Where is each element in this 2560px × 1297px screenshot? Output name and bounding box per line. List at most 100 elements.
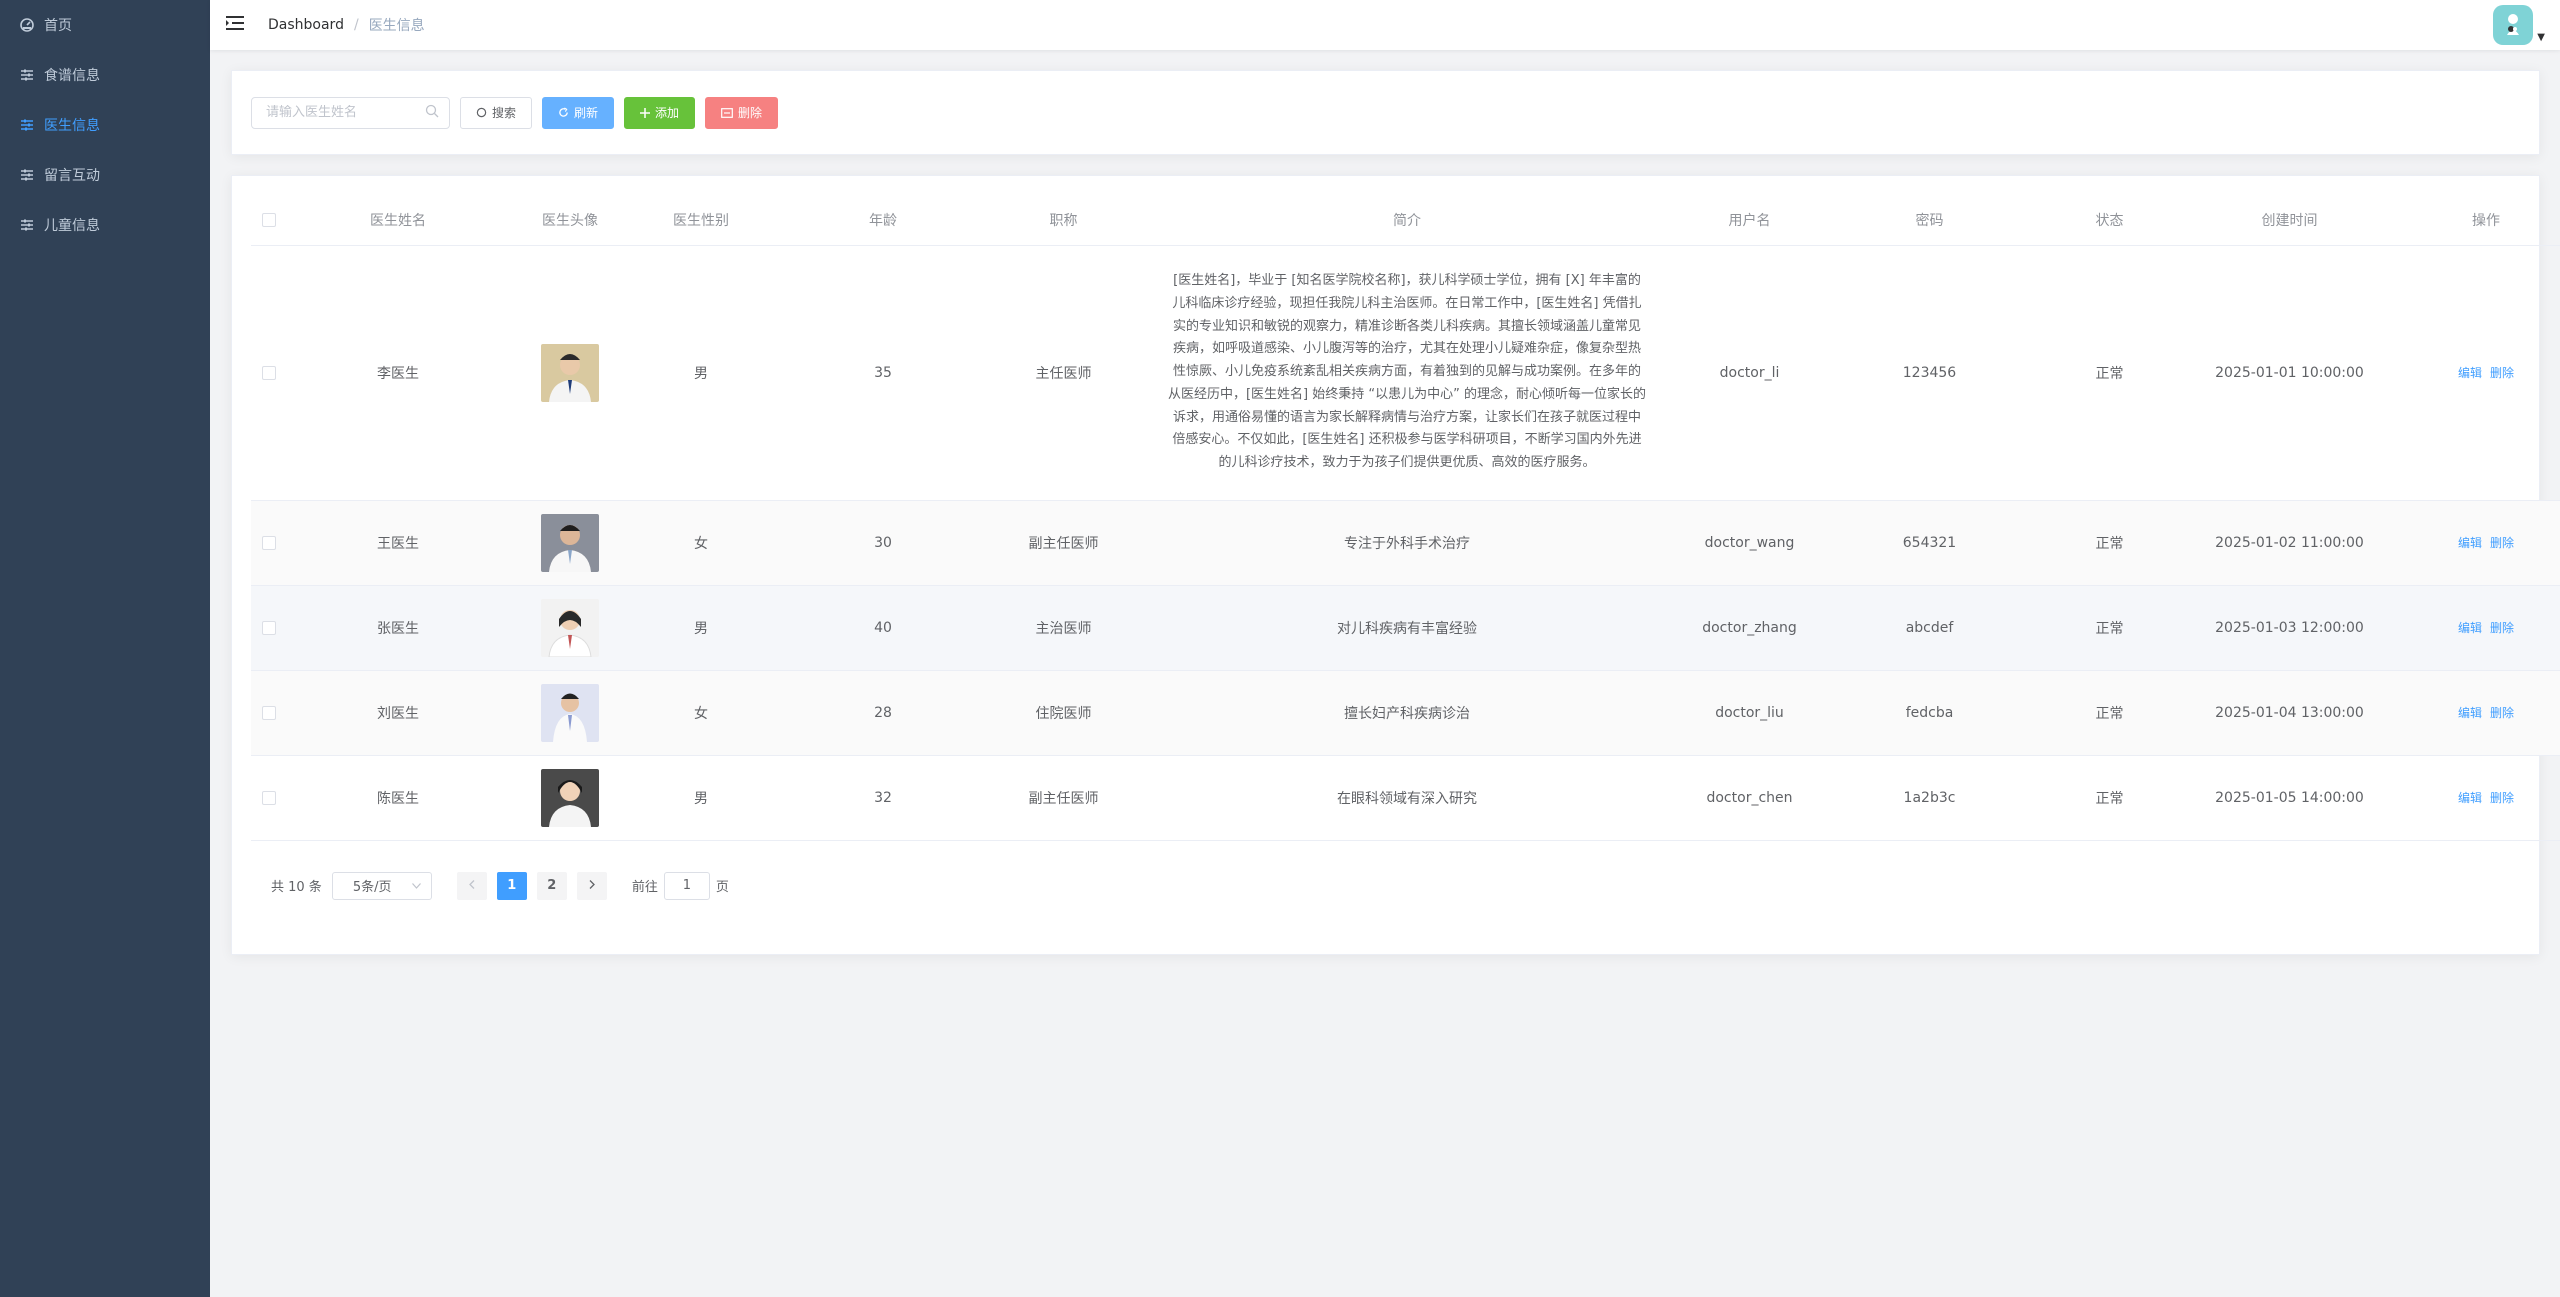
col-header-avatar: 医生头像 [509,195,631,246]
cell-gender: 女 [631,500,771,586]
next-page-button[interactable] [576,871,607,900]
col-header-age: 年龄 [771,195,995,246]
table-row: 李医生 男 35 主任医师 [医生姓名]，毕业于 [知名医学院校名称]，获儿科学… [251,245,2560,501]
cell-intro: 对儿科疾病有丰富经验 [1132,585,1682,671]
cell-intro: 专注于外科手术治疗 [1132,500,1682,586]
edit-link[interactable]: 编辑 [2458,366,2482,380]
doctor-avatar [541,598,599,657]
sliders-icon [20,218,34,232]
row-checkbox[interactable] [262,790,276,805]
page-size-select[interactable]: 5条/页 [331,871,432,900]
search-icon [425,103,439,122]
menu-fold-icon [226,15,244,35]
select-all-checkbox[interactable] [262,212,276,227]
cell-age: 32 [771,755,995,841]
sidebar-item-label: 首页 [44,18,72,34]
select-all-cell[interactable] [251,195,287,246]
col-header-created: 创建时间 [2177,195,2402,246]
chevron-left-icon [468,878,475,893]
search-field[interactable] [251,96,450,129]
row-checkbox[interactable] [262,365,276,380]
edit-link[interactable]: 编辑 [2458,621,2482,635]
pagination-total: 共 10 条 [271,880,322,895]
cell-created: 2025-01-02 11:00:00 [2177,500,2402,586]
row-checkbox[interactable] [262,535,276,550]
table-row: 陈医生 男 32 副主任医师 在眼科领域有深入研究 doctor_chen 1a… [251,755,2560,841]
cell-password: abcdef [1817,585,2042,671]
delete-button-label: 删除 [738,106,763,120]
add-button-label: 添加 [655,106,680,120]
sidebar-item-doctors[interactable]: 医生信息 [0,100,210,150]
cell-name: 李医生 [287,245,509,501]
goto-suffix: 页 [715,880,729,895]
search-button[interactable]: 搜索 [460,96,533,129]
sidebar-item-label: 医生信息 [44,118,100,134]
doctor-avatar [541,768,599,827]
avatar[interactable] [2493,5,2534,45]
prev-page-button[interactable] [456,871,487,900]
hamburger-button[interactable] [210,0,260,50]
page-number-button[interactable]: 2 [536,871,567,900]
refresh-icon [558,107,569,118]
cell-status: 正常 [2042,500,2177,586]
page-number-button[interactable]: 1 [496,871,527,900]
sidebar-item-recipes[interactable]: 食谱信息 [0,50,210,100]
cell-created: 2025-01-05 14:00:00 [2177,755,2402,841]
dashboard-icon [20,18,34,32]
plus-icon [640,107,651,118]
delete-link[interactable]: 删除 [2490,366,2514,380]
cell-age: 35 [771,245,995,501]
search-input[interactable] [266,105,425,120]
doctor-avatar [541,513,599,572]
cell-password: 123456 [1817,245,2042,501]
cell-gender: 女 [631,670,771,756]
doctor-table: 医生姓名 医生头像 医生性别 年龄 职称 简介 用户名 密码 状态 创建时间 操… [251,195,2560,841]
page-jumper: 前往 页 [632,871,729,900]
cell-title: 副主任医师 [995,755,1132,841]
cell-username: doctor_li [1682,245,1817,501]
refresh-button[interactable]: 刷新 [542,96,615,129]
delete-link[interactable]: 删除 [2490,791,2514,805]
row-checkbox[interactable] [262,620,276,635]
doctor-table-card: 医生姓名 医生头像 医生性别 年龄 职称 简介 用户名 密码 状态 创建时间 操… [231,175,2560,955]
cell-title: 住院医师 [995,670,1132,756]
col-header-title: 职称 [995,195,1132,246]
cell-gender: 男 [631,585,771,671]
col-header-username: 用户名 [1682,195,1817,246]
col-header-status: 状态 [2042,195,2177,246]
page-size-value: 5条/页 [352,880,392,895]
cell-gender: 男 [631,755,771,841]
edit-link[interactable]: 编辑 [2458,536,2482,550]
sidebar-item-home[interactable]: 首页 [0,0,210,50]
add-button[interactable]: 添加 [624,96,696,129]
sliders-icon [20,168,34,182]
delete-link[interactable]: 删除 [2490,536,2514,550]
goto-page-input[interactable] [663,871,710,900]
delete-link[interactable]: 删除 [2490,706,2514,720]
caret-down-icon: ▼ [2537,32,2545,43]
user-menu[interactable]: ▼ [2493,5,2545,45]
filter-toolbar: 搜索 刷新 添加 删除 [231,70,2540,155]
delete-link[interactable]: 删除 [2490,621,2514,635]
edit-link[interactable]: 编辑 [2458,791,2482,805]
delete-button[interactable]: 删除 [705,96,779,129]
doctor-avatar [541,343,599,402]
cell-name: 王医生 [287,500,509,586]
cell-gender: 男 [631,245,771,501]
col-header-actions: 操作 [2402,195,2560,246]
cell-username: doctor_zhang [1682,585,1817,671]
doctor-avatar [541,683,599,742]
pagination: 共 10 条 5条/页 1 2 前往 页 [251,871,2520,901]
cell-name: 陈医生 [287,755,509,841]
cell-username: doctor_liu [1682,670,1817,756]
cell-age: 28 [771,670,995,756]
cell-status: 正常 [2042,670,2177,756]
row-checkbox[interactable] [262,705,276,720]
sidebar-item-children[interactable]: 儿童信息 [0,200,210,250]
breadcrumb-home[interactable]: Dashboard [268,17,344,33]
cell-title: 主治医师 [995,585,1132,671]
sidebar-item-messages[interactable]: 留言互动 [0,150,210,200]
edit-link[interactable]: 编辑 [2458,706,2482,720]
cell-status: 正常 [2042,585,2177,671]
col-header-intro: 简介 [1132,195,1682,246]
